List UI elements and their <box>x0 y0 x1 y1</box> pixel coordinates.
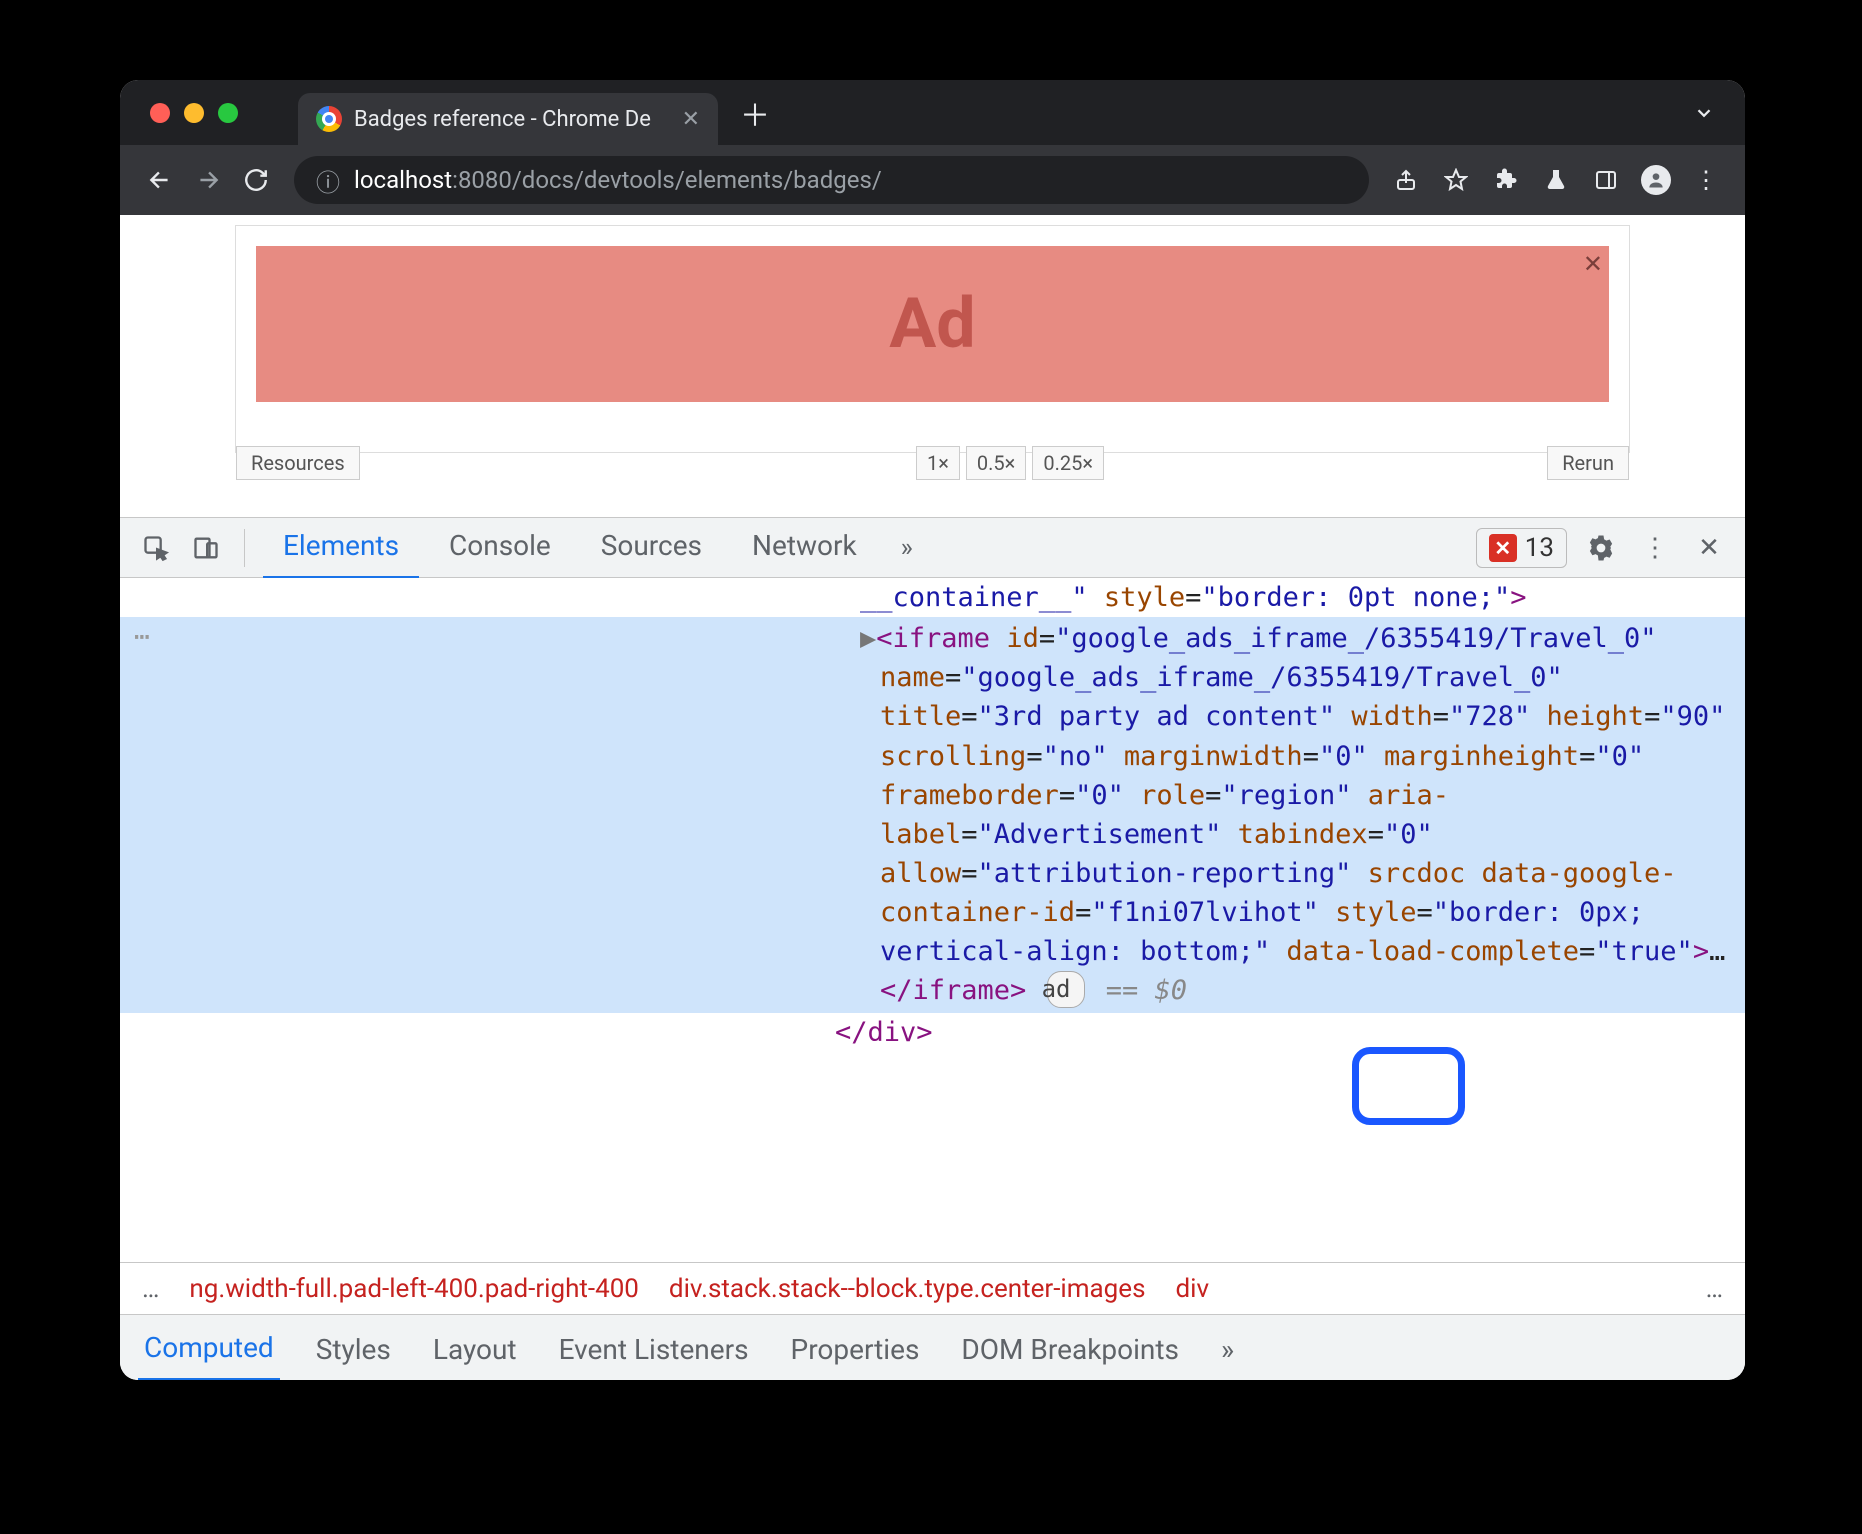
site-info-icon[interactable]: ⓘ <box>316 163 340 198</box>
highlight-ring <box>1352 1047 1465 1125</box>
url-port: :8080 <box>452 166 512 194</box>
side-panel-icon[interactable] <box>1587 161 1625 199</box>
error-count-badge[interactable]: ✕ 13 <box>1476 528 1567 568</box>
more-tabs-icon[interactable]: » <box>887 533 927 563</box>
dom-tree[interactable]: __container__" style="border: 0pt none;"… <box>120 578 1745 1262</box>
gutter-dots-icon[interactable]: ⋯ <box>134 619 150 657</box>
stab-dom-breakpoints[interactable]: DOM Breakpoints <box>955 1315 1185 1380</box>
breadcrumb-bar[interactable]: … ng.width-full.pad-left-400.pad-right-4… <box>120 1262 1745 1314</box>
rerun-button[interactable]: Rerun <box>1547 446 1629 480</box>
tab-title: Badges reference - Chrome De <box>354 107 651 132</box>
page-viewport: ✕ Ad Resources 1× 0.5× 0.25× Rerun <box>120 215 1745 517</box>
stab-event-listeners[interactable]: Event Listeners <box>553 1315 755 1380</box>
close-window-button[interactable] <box>150 103 170 123</box>
browser-tab[interactable]: Badges reference - Chrome De ✕ <box>298 93 718 145</box>
share-icon[interactable] <box>1387 161 1425 199</box>
inspect-icon[interactable] <box>136 528 176 568</box>
minimize-window-button[interactable] <box>184 103 204 123</box>
crumb-3[interactable]: div <box>1176 1274 1210 1304</box>
back-button[interactable] <box>140 160 180 200</box>
labs-icon[interactable] <box>1537 161 1575 199</box>
tab-dropdown-icon[interactable] <box>1693 102 1715 124</box>
zoom-controls: 1× 0.5× 0.25× <box>916 446 1104 480</box>
stab-more-icon[interactable]: » <box>1215 1315 1240 1380</box>
ad-badge[interactable]: ad <box>1047 971 1086 1008</box>
stab-properties[interactable]: Properties <box>785 1315 926 1380</box>
devtools-menu-icon[interactable]: ⋮ <box>1635 528 1675 568</box>
settings-icon[interactable] <box>1581 528 1621 568</box>
tab-sources[interactable]: Sources <box>581 515 722 580</box>
selected-node[interactable]: ⋯ ▶<iframe id="google_ads_iframe_/635541… <box>120 617 1745 1012</box>
zoom-05x[interactable]: 0.5× <box>966 446 1026 480</box>
url-host: localhost <box>354 166 452 194</box>
devtools-toolbar: Elements Console Sources Network » ✕ 13 … <box>120 518 1745 578</box>
demo-frame: ✕ Ad Resources 1× 0.5× 0.25× Rerun <box>235 225 1630 453</box>
div-close-tag: </div> <box>835 1017 933 1048</box>
resources-tab[interactable]: Resources <box>236 446 360 480</box>
styles-tab-bar: Computed Styles Layout Event Listeners P… <box>120 1314 1745 1380</box>
tab-elements[interactable]: Elements <box>263 515 419 580</box>
eq-dollar-zero: == $0 <box>1089 975 1187 1006</box>
address-bar[interactable]: ⓘ localhost:8080/docs/devtools/elements/… <box>294 156 1369 204</box>
crumb-1[interactable]: ng.width-full.pad-left-400.pad-right-400 <box>189 1274 639 1304</box>
stab-computed[interactable]: Computed <box>138 1313 280 1380</box>
new-tab-button[interactable]: ＋ <box>740 91 770 135</box>
devtools-close-icon[interactable]: ✕ <box>1689 528 1729 568</box>
error-icon: ✕ <box>1489 534 1517 562</box>
bookmark-icon[interactable] <box>1437 161 1475 199</box>
reload-button[interactable] <box>236 160 276 200</box>
forward-button[interactable] <box>188 160 228 200</box>
window-controls <box>150 103 238 123</box>
error-count: 13 <box>1525 533 1554 563</box>
extensions-icon[interactable] <box>1487 161 1525 199</box>
maximize-window-button[interactable] <box>218 103 238 123</box>
toolbar-actions: ⋮ <box>1387 161 1725 199</box>
tab-close-icon[interactable]: ✕ <box>682 107 700 132</box>
stab-layout[interactable]: Layout <box>427 1315 523 1380</box>
browser-window: Badges reference - Chrome De ✕ ＋ ⓘ local… <box>120 80 1745 1380</box>
zoom-025x[interactable]: 0.25× <box>1032 446 1104 480</box>
zoom-1x[interactable]: 1× <box>916 446 960 480</box>
profile-avatar[interactable] <box>1637 161 1675 199</box>
url-path: /docs/devtools/elements/badges/ <box>512 166 882 194</box>
chrome-favicon-icon <box>316 106 342 132</box>
crumb-overflow-right[interactable]: … <box>1706 1274 1723 1304</box>
device-toggle-icon[interactable] <box>186 528 226 568</box>
ad-label: Ad <box>889 283 975 365</box>
stab-styles[interactable]: Styles <box>310 1315 397 1380</box>
tab-network[interactable]: Network <box>732 515 877 580</box>
ad-close-icon[interactable]: ✕ <box>1583 250 1603 278</box>
crumb-2[interactable]: div.stack.stack--block.type.center-image… <box>669 1274 1146 1304</box>
browser-toolbar: ⓘ localhost:8080/docs/devtools/elements/… <box>120 145 1745 215</box>
tab-console[interactable]: Console <box>429 515 571 580</box>
crumb-overflow-left[interactable]: … <box>142 1274 159 1304</box>
ad-placeholder[interactable]: ✕ Ad <box>256 246 1609 402</box>
menu-icon[interactable]: ⋮ <box>1687 161 1725 199</box>
devtools-panel: Elements Console Sources Network » ✕ 13 … <box>120 517 1745 1380</box>
tab-strip: Badges reference - Chrome De ✕ ＋ <box>120 80 1745 145</box>
